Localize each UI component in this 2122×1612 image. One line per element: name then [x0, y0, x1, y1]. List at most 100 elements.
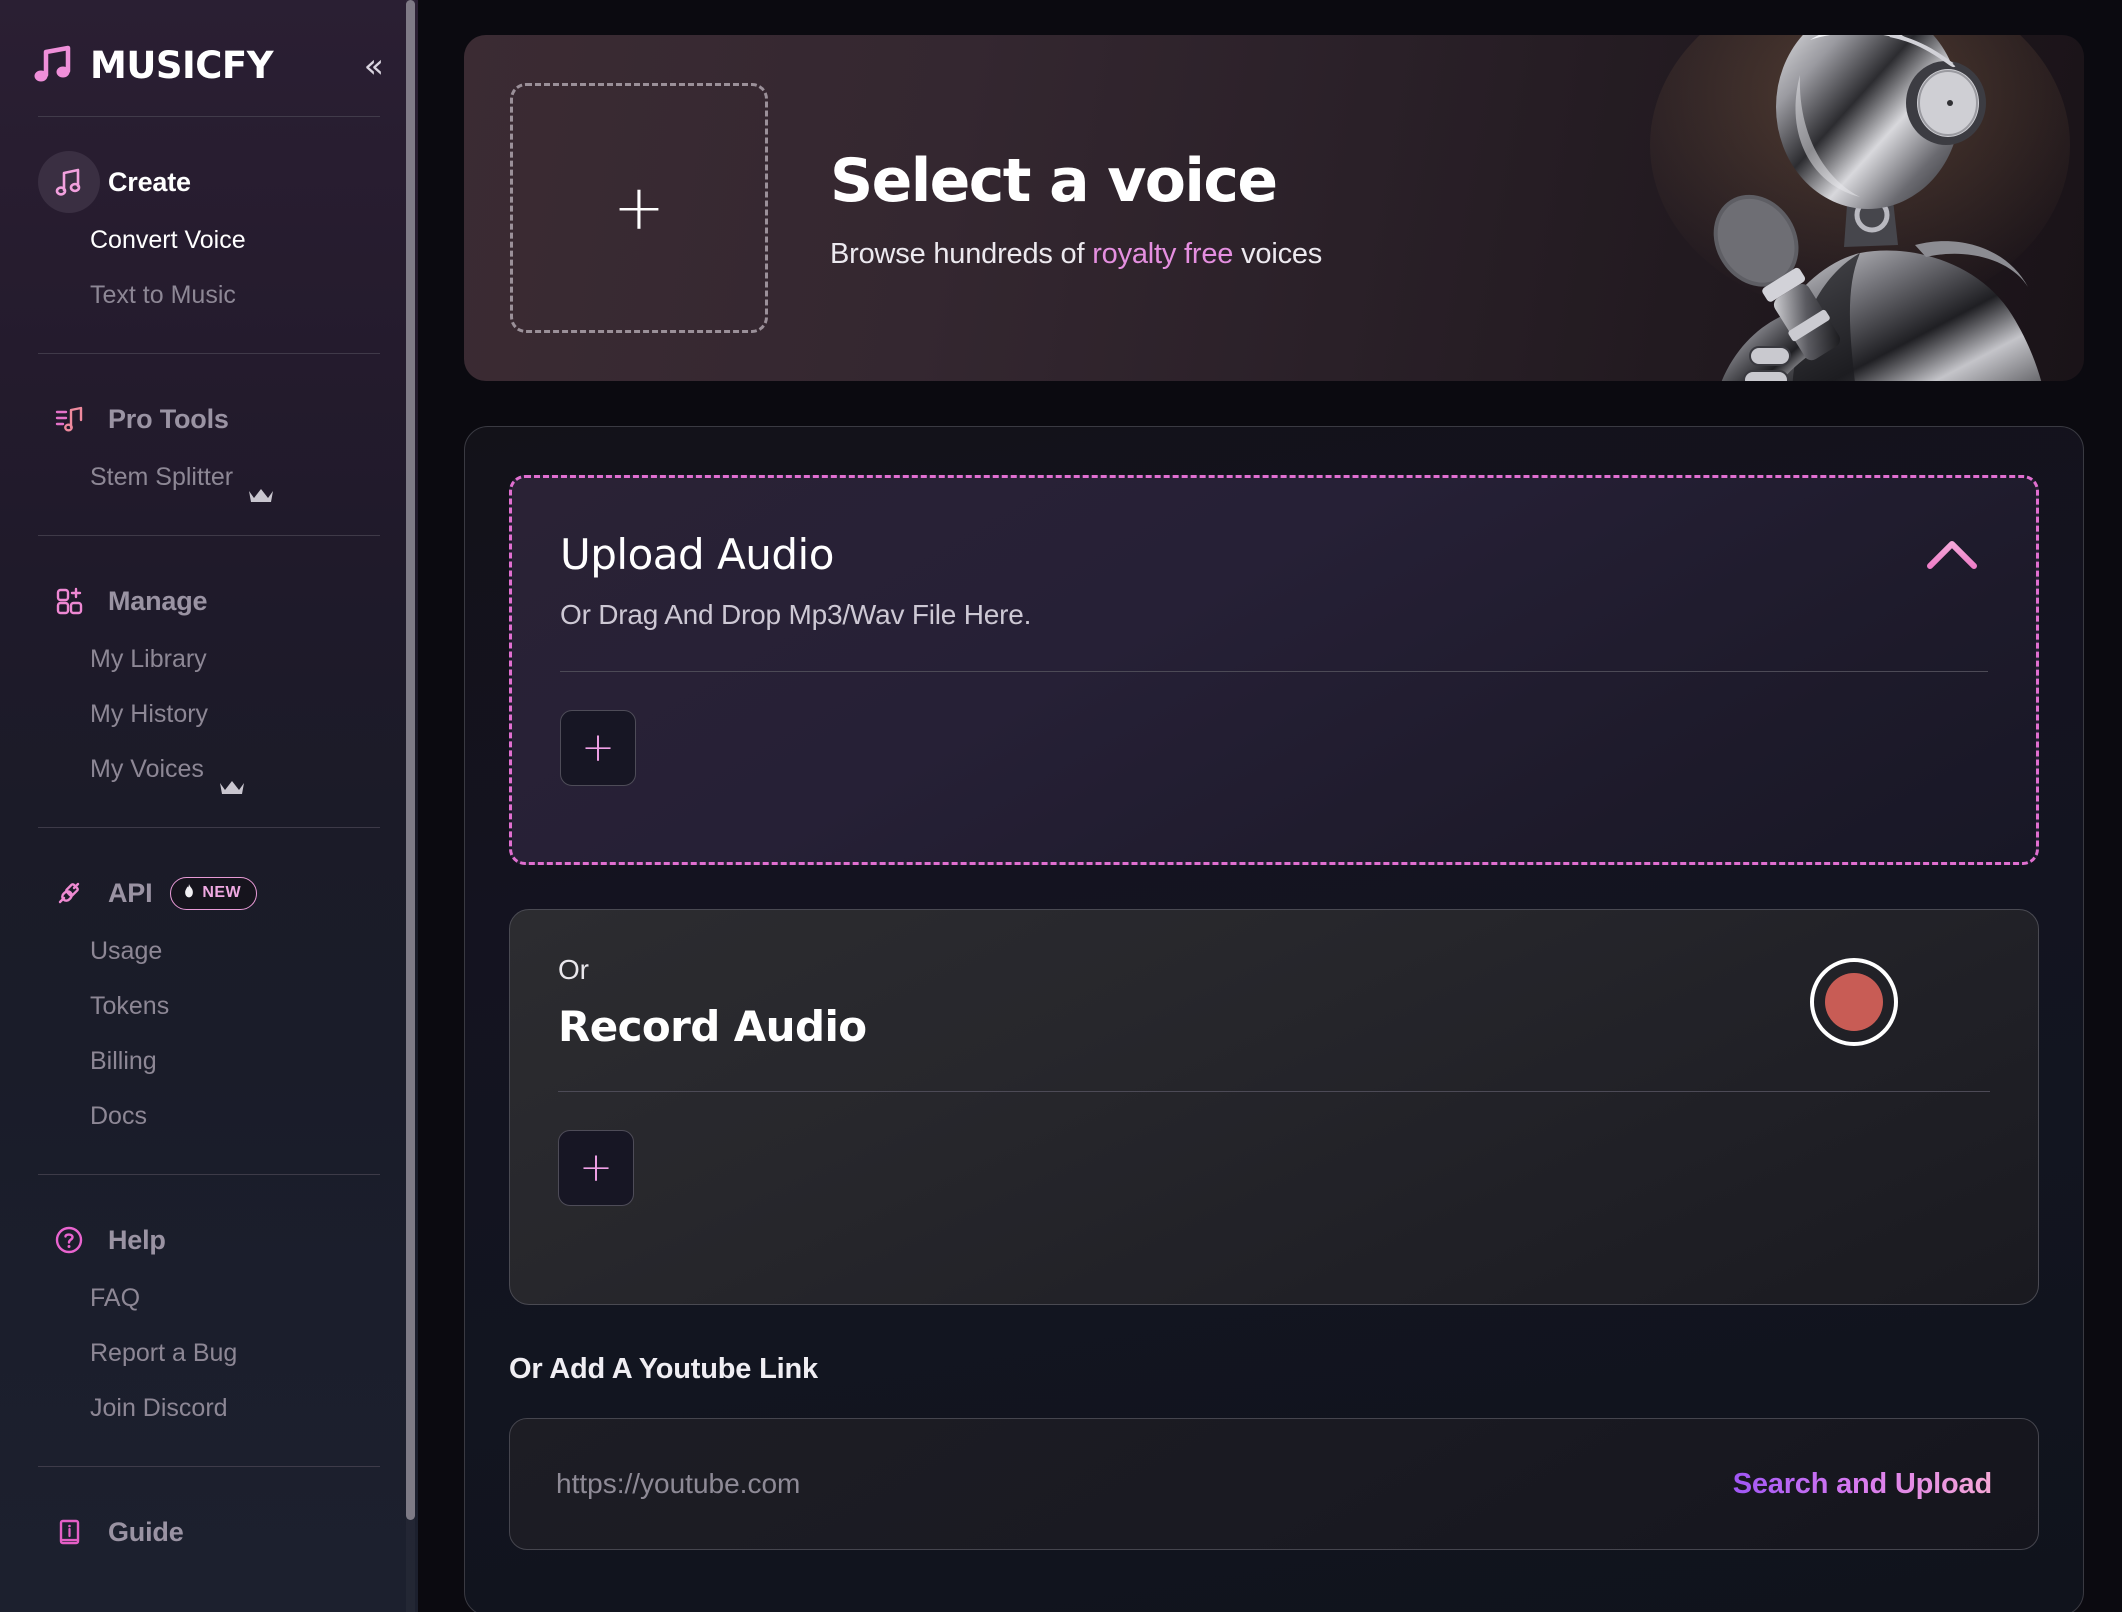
- sidebar-item-help[interactable]: Help: [0, 1209, 418, 1271]
- upload-audio-dropzone[interactable]: Upload Audio Or Drag And Drop Mp3/Wav Fi…: [509, 475, 2039, 865]
- plus-icon: +: [613, 171, 665, 244]
- plug-icon: [38, 862, 100, 924]
- youtube-link-label: Or Add A Youtube Link: [509, 1353, 818, 1385]
- sidebar-group-label: Help: [108, 1224, 166, 1255]
- upload-arrow-icon: [1916, 536, 1988, 616]
- sidebar-subitem-label: Text to Music: [90, 281, 236, 309]
- convert-voice-card: Upload Audio Or Drag And Drop Mp3/Wav Fi…: [464, 426, 2084, 1612]
- sidebar-item-my-voices[interactable]: My Voices: [0, 742, 418, 797]
- sidebar-subitem-label: Billing: [90, 1047, 157, 1075]
- sidebar-item-tokens[interactable]: Tokens: [0, 979, 418, 1034]
- sidebar: MUSICFY « Create Convert Voice Text to M…: [0, 0, 418, 1612]
- sidebar-scrollbar-thumb[interactable]: [406, 0, 415, 1520]
- brand-divider: [38, 116, 380, 117]
- sidebar-subitem-label: Tokens: [90, 992, 170, 1020]
- sidebar-item-docs[interactable]: Docs: [0, 1089, 418, 1144]
- sidebar-item-my-library[interactable]: My Library: [0, 632, 418, 687]
- sidebar-group-label: Guide: [108, 1516, 184, 1547]
- sidebar-divider: [38, 535, 380, 536]
- crown-icon: [247, 469, 275, 502]
- sidebar-divider: [38, 827, 380, 828]
- sidebar-divider: [38, 1174, 380, 1175]
- upload-header: Upload Audio Or Drag And Drop Mp3/Wav Fi…: [560, 530, 1988, 631]
- sidebar-subitem-label: My Voices: [90, 755, 204, 783]
- brand-row: MUSICFY «: [0, 0, 418, 104]
- api-new-badge-label: NEW: [202, 884, 241, 901]
- sidebar-item-usage[interactable]: Usage: [0, 924, 418, 979]
- record-add-button[interactable]: +: [558, 1130, 634, 1206]
- banner-subtitle-before: Browse hundreds of: [830, 237, 1093, 270]
- grid-plus-icon: [38, 570, 100, 632]
- main-content: + Select a voice Browse hundreds of roya…: [418, 0, 2122, 1612]
- sidebar-group-label: API: [108, 877, 153, 908]
- plus-icon: +: [581, 725, 615, 771]
- youtube-link-input[interactable]: [556, 1468, 1733, 1500]
- sidebar-divider: [38, 1466, 380, 1467]
- sidebar-subitem-label: My Library: [90, 645, 207, 673]
- sidebar-group-pro-tools: Pro Tools Stem Splitter: [0, 354, 418, 505]
- record-circle-icon[interactable]: [1810, 958, 1898, 1046]
- sidebar-group-create: Create Convert Voice Text to Music: [0, 117, 418, 323]
- youtube-link-field[interactable]: Search and Upload: [509, 1418, 2039, 1550]
- sidebar-subitem-label: Docs: [90, 1102, 147, 1130]
- upload-divider: [560, 671, 1988, 672]
- select-voice-add-button[interactable]: +: [510, 83, 768, 333]
- brand-name: MUSICFY: [90, 43, 273, 87]
- upload-add-file-button[interactable]: +: [560, 710, 636, 786]
- sidebar-group-manage: Manage My Library My History My Voices: [0, 536, 418, 797]
- record-divider: [558, 1091, 1990, 1092]
- crown-icon: [218, 761, 246, 794]
- sidebar-item-guide[interactable]: Guide: [0, 1501, 418, 1563]
- sidebar-subitem-label: FAQ: [90, 1284, 141, 1312]
- question-circle-icon: [38, 1209, 100, 1271]
- sidebar-group-help: Help FAQ Report a Bug Join Discord: [0, 1175, 418, 1436]
- search-and-upload-button[interactable]: Search and Upload: [1733, 1468, 1992, 1501]
- record-or-label: Or: [558, 954, 589, 985]
- sidebar-item-manage[interactable]: Manage: [0, 570, 418, 632]
- sidebar-subitem-label: Report a Bug: [90, 1339, 238, 1367]
- sidebar-group-label: Pro Tools: [108, 403, 229, 434]
- music-note-icon: [38, 151, 100, 213]
- sidebar-divider: [38, 353, 380, 354]
- sidebar-item-pro-tools[interactable]: Pro Tools: [0, 388, 418, 450]
- sidebar-item-my-history[interactable]: My History: [0, 687, 418, 742]
- record-dot: [1825, 973, 1883, 1031]
- sidebar-subitem-label: Stem Splitter: [90, 463, 234, 491]
- sidebar-group-guide: Guide: [0, 1467, 418, 1563]
- sidebar-item-stem-splitter[interactable]: Stem Splitter: [0, 450, 418, 505]
- chevrons-left-icon[interactable]: «: [356, 45, 392, 86]
- sidebar-item-billing[interactable]: Billing: [0, 1034, 418, 1089]
- banner-title: Select a voice: [830, 145, 1278, 216]
- music-note-icon: [30, 42, 76, 88]
- sidebar-subitem-label: Usage: [90, 937, 163, 965]
- sidebar-group-api: API NEW Usage Tokens Billing Docs: [0, 828, 418, 1144]
- flame-icon: [183, 883, 195, 904]
- api-new-badge: NEW: [170, 876, 257, 910]
- sidebar-subitem-label: My History: [90, 700, 209, 728]
- upload-title: Upload Audio: [560, 530, 834, 579]
- chrome-robot-with-microphone-icon: [1560, 35, 2084, 381]
- sidebar-item-join-discord[interactable]: Join Discord: [0, 1381, 418, 1436]
- record-audio-panel: Or Record Audio +: [509, 909, 2039, 1305]
- upload-subtitle: Or Drag And Drop Mp3/Wav File Here.: [560, 599, 1032, 630]
- banner-subtitle-after: voices: [1233, 237, 1323, 270]
- sidebar-subitem-label: Join Discord: [90, 1394, 228, 1422]
- sidebar-item-create[interactable]: Create: [0, 151, 418, 213]
- banner-subtitle: Browse hundreds of royalty free voices: [830, 238, 1322, 271]
- sidebar-item-report-a-bug[interactable]: Report a Bug: [0, 1326, 418, 1381]
- plus-icon: +: [579, 1145, 613, 1191]
- music-list-icon: [38, 388, 100, 450]
- app-root: MUSICFY « Create Convert Voice Text to M…: [0, 0, 2122, 1612]
- sidebar-scroll-content: MUSICFY « Create Convert Voice Text to M…: [0, 0, 418, 1612]
- sidebar-item-text-to-music[interactable]: Text to Music: [0, 268, 418, 323]
- sidebar-item-faq[interactable]: FAQ: [0, 1271, 418, 1326]
- record-title: Record Audio: [558, 1002, 867, 1051]
- banner-subtitle-highlight: royalty free: [1092, 237, 1234, 270]
- book-info-icon: [38, 1501, 100, 1563]
- sidebar-group-label: Manage: [108, 585, 208, 616]
- sidebar-item-convert-voice[interactable]: Convert Voice: [0, 213, 418, 268]
- select-voice-banner: + Select a voice Browse hundreds of roya…: [464, 35, 2084, 381]
- sidebar-group-label: Create: [108, 166, 191, 197]
- upload-text-block: Upload Audio Or Drag And Drop Mp3/Wav Fi…: [560, 530, 1031, 631]
- sidebar-item-api[interactable]: API NEW: [0, 862, 418, 924]
